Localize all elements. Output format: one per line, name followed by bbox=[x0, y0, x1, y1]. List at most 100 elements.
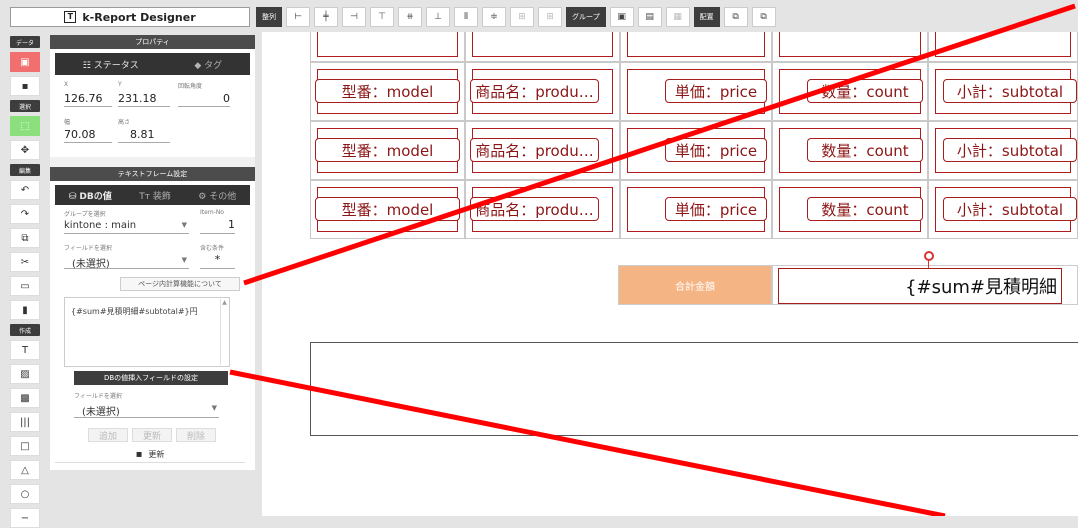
chevron-down-icon: ▼ bbox=[211, 404, 217, 412]
table-cell: 商品名：produ… bbox=[465, 62, 620, 121]
data-field[interactable]: 数量：count bbox=[807, 79, 923, 103]
table-cell bbox=[620, 32, 772, 62]
table-cell: 数量：count bbox=[772, 62, 928, 121]
tab-db-value[interactable]: ⛁ DBの値 bbox=[69, 189, 112, 202]
remarks-box bbox=[310, 342, 1078, 436]
page-calc-button[interactable]: ページ内計算機能について bbox=[120, 277, 240, 291]
data-field[interactable]: 数量：count bbox=[807, 197, 923, 221]
add-button[interactable]: 追加 bbox=[88, 428, 128, 442]
toolbar: 整列 ⊢ ╪ ⊣ ⊤ ⧺ ⊥ ⫴ ≑ ⊞ ⊞ グループ ▣ ▤ ▦ 配置 ⧉ ⧉ bbox=[256, 7, 1078, 27]
group-select[interactable]: kintone : main ▼ bbox=[64, 218, 189, 234]
table-cell: 商品名：produ… bbox=[465, 180, 620, 239]
data-field[interactable]: 商品名：produ… bbox=[470, 79, 599, 103]
align-left-icon[interactable]: ⊢ bbox=[286, 7, 310, 27]
data-field[interactable]: 商品名：produ… bbox=[470, 138, 599, 162]
image-icon[interactable]: ▨ bbox=[10, 364, 40, 384]
cut-icon[interactable]: ✂ bbox=[10, 252, 40, 272]
delete-button[interactable]: 削除 bbox=[176, 428, 216, 442]
design-canvas[interactable]: 型番：model 商品名：produ… 単価：price 数量：count 小計：sub… bbox=[262, 32, 1078, 516]
field-select-label: フィールドを選択 bbox=[64, 245, 112, 252]
grid-icon[interactable]: ⊞ bbox=[510, 7, 534, 27]
textarea-scrollbar[interactable]: ▲ bbox=[220, 299, 228, 365]
height-field[interactable]: 8.81 bbox=[118, 128, 170, 143]
tab-decoration[interactable]: Tт 装飾 bbox=[139, 189, 171, 202]
update-button[interactable]: 更新 bbox=[132, 428, 172, 442]
text-frame-icon[interactable]: T bbox=[10, 340, 40, 360]
db-insert-field-button[interactable]: DBの値挿入フィールドの設定 bbox=[74, 371, 228, 385]
table-cell: 単価：price bbox=[620, 121, 772, 180]
move-icon[interactable]: ✥ bbox=[10, 140, 40, 160]
data-field[interactable]: 小計：subtotal bbox=[943, 197, 1077, 221]
data-field[interactable]: 型番：model bbox=[315, 79, 460, 103]
app-title: k-Report Designer bbox=[82, 10, 196, 24]
align-bottom-icon[interactable]: ⊥ bbox=[426, 7, 450, 27]
paste-icon[interactable]: ▭ bbox=[10, 276, 40, 296]
y-label: Y bbox=[118, 81, 122, 88]
rotation-field[interactable]: 0 bbox=[178, 92, 230, 107]
ungroup-icon[interactable]: ▤ bbox=[637, 7, 662, 27]
edit-section-label: 編集 bbox=[10, 164, 40, 176]
distribute-vertical-icon[interactable]: ≑ bbox=[482, 7, 506, 27]
undo-icon[interactable]: ↶ bbox=[10, 180, 40, 200]
rotate-handle-icon[interactable] bbox=[924, 251, 934, 261]
create-section-label: 作成 bbox=[10, 324, 40, 336]
table-cell: 数量：count bbox=[772, 121, 928, 180]
select-tool-icon[interactable]: ⬚ bbox=[10, 116, 40, 136]
width-field[interactable]: 70.08 bbox=[64, 128, 112, 143]
align-middle-icon[interactable]: ⧺ bbox=[398, 7, 422, 27]
item-no-field[interactable]: 1 bbox=[200, 218, 235, 234]
data-field[interactable]: 小計：subtotal bbox=[943, 138, 1077, 162]
formula-textarea[interactable]: {#sum#見積明細#subtotal#}円 ▲ bbox=[64, 297, 230, 367]
x-field[interactable]: 126.76 bbox=[64, 92, 112, 107]
table-cell: 数量：count bbox=[772, 180, 928, 239]
barcode-icon[interactable]: ||| bbox=[10, 412, 40, 432]
grid-alt-icon[interactable]: ⊞ bbox=[538, 7, 562, 27]
data-field[interactable]: 小計：subtotal bbox=[943, 79, 1077, 103]
table-cell: 型番：model bbox=[310, 121, 465, 180]
data-field[interactable]: 単価：price bbox=[665, 138, 767, 162]
field-select[interactable]: (未選択) ▼ bbox=[64, 253, 189, 270]
redo-icon[interactable]: ↷ bbox=[10, 204, 40, 224]
tab-tag[interactable]: ◆ タグ bbox=[194, 58, 222, 71]
copy-icon[interactable]: ⧉ bbox=[10, 228, 40, 248]
send-back-icon[interactable]: ⧉ bbox=[751, 7, 776, 27]
tab-status[interactable]: ☷ ステータス bbox=[83, 58, 139, 71]
align-center-icon[interactable]: ╪ bbox=[314, 7, 338, 27]
save-settings-button[interactable]: ▪ 更新 bbox=[55, 447, 245, 463]
distribute-horizontal-icon[interactable]: ⫴ bbox=[454, 7, 478, 27]
table-cell bbox=[772, 32, 928, 62]
data-field[interactable]: 単価：price bbox=[665, 197, 767, 221]
group-icon[interactable]: ▣ bbox=[609, 7, 634, 27]
y-field[interactable]: 231.18 bbox=[118, 92, 170, 107]
rectangle-icon[interactable]: □ bbox=[10, 436, 40, 456]
select-section-label: 選択 bbox=[10, 100, 40, 112]
tab-other[interactable]: ⚙ その他 bbox=[198, 189, 236, 202]
data-field[interactable]: 型番：model bbox=[315, 197, 460, 221]
table-cell: 単価：price bbox=[620, 180, 772, 239]
line-icon[interactable]: − bbox=[10, 508, 40, 528]
save-icon: ▪ bbox=[135, 449, 143, 460]
bring-front-icon[interactable]: ⧉ bbox=[723, 7, 748, 27]
table-cell: 小計：subtotal bbox=[928, 62, 1078, 121]
table-cell: 小計：subtotal bbox=[928, 180, 1078, 239]
qrcode-icon[interactable]: ▩ bbox=[10, 388, 40, 408]
data-file-icon[interactable]: ▣ bbox=[10, 52, 40, 72]
table-cell bbox=[465, 32, 620, 62]
selected-text-frame[interactable]: {#sum#見積明細 bbox=[778, 268, 1062, 304]
align-right-icon[interactable]: ⊣ bbox=[342, 7, 366, 27]
save-icon[interactable]: ▪ bbox=[10, 76, 40, 96]
data-field[interactable]: 単価：price bbox=[665, 79, 767, 103]
table-cell: 型番：model bbox=[310, 62, 465, 121]
insert-field-select[interactable]: (未選択) ▼ bbox=[74, 401, 219, 418]
delete-icon[interactable]: ▮ bbox=[10, 300, 40, 320]
ellipse-icon[interactable]: ○ bbox=[10, 484, 40, 504]
data-field[interactable]: 型番：model bbox=[315, 138, 460, 162]
align-top-icon[interactable]: ⊤ bbox=[370, 7, 394, 27]
data-field[interactable]: 商品名：produ… bbox=[470, 197, 599, 221]
select-group-icon[interactable]: ▦ bbox=[665, 7, 690, 27]
condition-field[interactable]: * bbox=[200, 253, 235, 269]
frame-icon: T bbox=[64, 11, 77, 23]
triangle-icon[interactable]: △ bbox=[10, 460, 40, 480]
data-field[interactable]: 数量：count bbox=[807, 138, 923, 162]
data-section-label: データ bbox=[10, 36, 40, 48]
